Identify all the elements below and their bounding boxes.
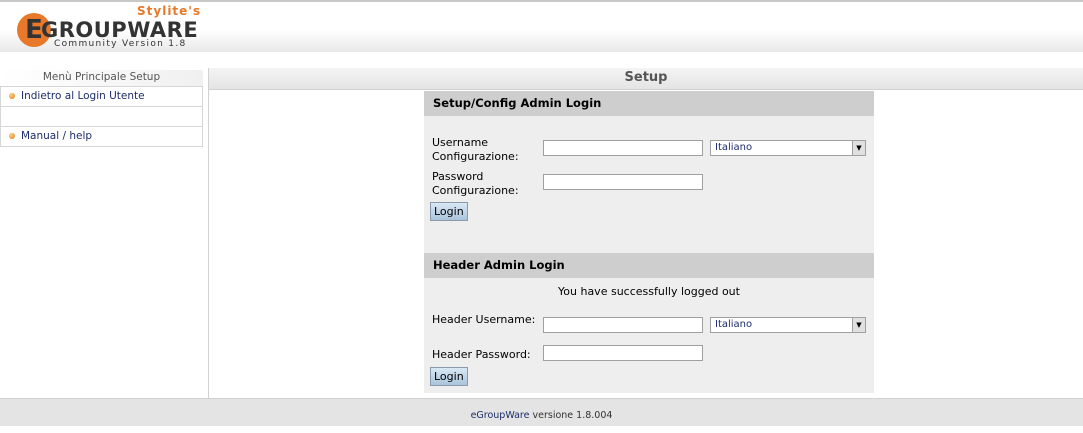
main-content: Setup Setup/Config Admin Login Username …: [208, 68, 1083, 398]
top-header: E GROUPWARE Stylite's Community Version …: [0, 0, 1083, 52]
config-login-button[interactable]: Login: [430, 202, 468, 221]
sidebar: Menù Principale Setup Indietro al Login …: [0, 70, 203, 147]
sidebar-title: Menù Principale Setup: [0, 70, 203, 86]
header-username-input[interactable]: [543, 317, 703, 333]
egroupware-link[interactable]: eGroupWare: [471, 410, 530, 421]
sidebar-item-label: Manual / help: [21, 130, 93, 142]
config-login-heading: Setup/Config Admin Login: [424, 91, 874, 116]
logout-message: You have successfully logged out: [558, 285, 740, 298]
logo-community-text: Community Version 1.8: [54, 39, 187, 49]
page-title: Setup: [209, 68, 1083, 90]
header-language-select[interactable]: Italiano ▼: [710, 317, 866, 333]
sidebar-item-back-to-login[interactable]: Indietro al Login Utente: [1, 87, 202, 107]
header-username-label: Header Username:: [432, 313, 536, 326]
header-password-input[interactable]: [543, 345, 703, 361]
config-password-input[interactable]: [543, 174, 703, 190]
egroupware-logo[interactable]: E GROUPWARE Stylite's Community Version …: [17, 4, 202, 51]
config-language-select[interactable]: Italiano ▼: [710, 140, 866, 156]
config-username-label: Username Configurazione:: [432, 136, 519, 163]
header-login-heading: Header Admin Login: [424, 253, 874, 278]
config-language-value: Italiano: [715, 142, 753, 153]
bullet-icon: [9, 93, 15, 99]
config-username-input[interactable]: [543, 140, 703, 156]
sidebar-item-label: Indietro al Login Utente: [21, 90, 145, 102]
chevron-down-icon: ▼: [852, 141, 865, 155]
sidebar-menu: Indietro al Login Utente Manual / help: [0, 86, 203, 147]
bullet-icon: [9, 133, 15, 139]
chevron-down-icon: ▼: [852, 318, 865, 332]
config-password-label: Password Configurazione:: [432, 170, 519, 197]
login-panel: Setup/Config Admin Login Username Config…: [424, 91, 874, 393]
footer: eGroupWare versione 1.8.004: [0, 398, 1083, 426]
header-password-label: Header Password:: [432, 348, 531, 361]
logo-stylite-text: Stylite's: [137, 4, 202, 18]
sidebar-item-manual-help[interactable]: Manual / help: [1, 127, 202, 146]
sidebar-spacer: [1, 107, 202, 127]
version-text: versione 1.8.004: [529, 410, 613, 421]
header-login-button[interactable]: Login: [430, 367, 468, 386]
header-language-value: Italiano: [715, 319, 753, 330]
